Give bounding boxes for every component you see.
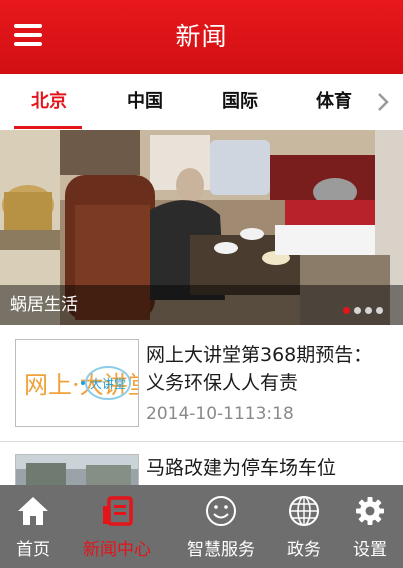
news-list-item[interactable]: 网上·大讲堂 大讲堂 网上大讲堂第368期预告：义务环保人人有责 2014-10…	[0, 325, 403, 441]
news-list-item[interactable]: 马路改建为停车场车位	[0, 442, 403, 485]
smiley-icon	[206, 496, 236, 526]
news-title: 马路改建为停车场车位	[146, 457, 337, 479]
page-title: 新闻	[175, 22, 228, 51]
home-icon	[18, 497, 48, 525]
slide-dot[interactable]	[365, 307, 372, 314]
bottom-navigation: 首页 新闻中心 智慧服务 政务 设置	[0, 485, 403, 568]
svg-text:大讲堂: 大讲堂	[90, 376, 126, 391]
slide-dot[interactable]	[376, 307, 383, 314]
nav-label-home: 首页	[16, 540, 50, 560]
globe-icon	[289, 496, 319, 526]
nav-label-news-center: 新闻中心	[83, 540, 151, 560]
tab-china[interactable]: 中国	[108, 74, 182, 130]
slide-indicator	[343, 299, 387, 314]
news-title: 网上大讲堂第368期预告：义务环保人人有责	[146, 344, 373, 394]
category-tabs: 北京 中国 国际 体育	[0, 74, 403, 131]
news-timestamp: 2014-10-1113:18	[146, 404, 294, 424]
news-thumbnail-image: 网上·大讲堂 大讲堂	[16, 340, 152, 426]
slide-dot[interactable]	[354, 307, 361, 314]
nav-item-settings[interactable]: 设置	[340, 485, 400, 568]
nav-item-news-center[interactable]: 新闻中心	[72, 485, 162, 568]
news-thumbnail	[15, 454, 139, 485]
gear-icon	[356, 497, 384, 525]
news-icon	[103, 496, 133, 526]
tab-international[interactable]: 国际	[203, 74, 277, 130]
app-header: 新闻	[0, 0, 403, 74]
chevron-right-icon[interactable]	[374, 91, 392, 113]
nav-item-smart-services[interactable]: 智慧服务	[176, 485, 266, 568]
banner-caption: 蜗居生活	[10, 295, 78, 315]
active-tab-indicator	[14, 126, 82, 129]
slide-dot-active[interactable]	[343, 307, 350, 314]
nav-label-smart-services: 智慧服务	[187, 540, 255, 560]
nav-label-government: 政务	[287, 540, 321, 560]
tab-sports[interactable]: 体育	[297, 74, 371, 130]
news-thumbnail: 网上·大讲堂 大讲堂	[15, 339, 152, 427]
news-thumbnail-image	[16, 455, 138, 485]
tab-beijing[interactable]: 北京	[12, 74, 86, 130]
nav-item-government[interactable]: 政务	[276, 485, 332, 568]
nav-item-home[interactable]: 首页	[0, 485, 66, 568]
nav-label-settings: 设置	[353, 540, 387, 560]
